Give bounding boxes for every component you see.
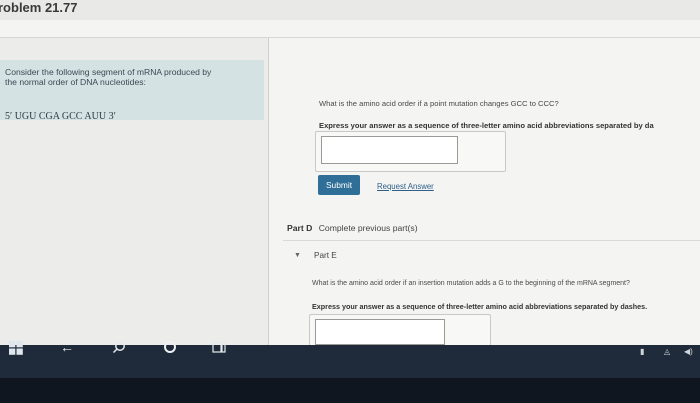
context-box: Consider the following segment of mRNA p…: [0, 60, 264, 122]
request-answer-link[interactable]: Request Answer: [377, 182, 434, 191]
part-c-answer-area: [315, 131, 506, 172]
part-d-label: Part D: [287, 223, 313, 233]
part-e-answer-area: [309, 314, 491, 345]
submit-button[interactable]: Submit: [318, 175, 360, 195]
mrna-sequence: 5′ UGU CGA GCC AUU 3′: [5, 111, 116, 122]
question-panel: What is the amino acid order if a point …: [269, 38, 700, 345]
part-e-question: What is the amino acid order if an inser…: [312, 280, 630, 287]
part-d-status: Complete previous part(s): [318, 223, 418, 233]
context-line: the normal order of DNA nucleotides:: [5, 76, 146, 87]
problem-title: roblem 21.77: [0, 0, 78, 15]
battery-icon[interactable]: ▮: [640, 347, 644, 356]
browser-page: roblem 21.77 Consider the following segm…: [0, 0, 700, 345]
screen-bottom-edge: [0, 378, 700, 403]
volume-icon[interactable]: ◀): [684, 347, 693, 356]
context-text: Consider the following segment of mRNA p…: [5, 67, 255, 87]
collapse-caret-icon[interactable]: ▼: [294, 252, 301, 259]
part-c-answer-input[interactable]: [321, 136, 458, 164]
task-view-icon[interactable]: [212, 340, 226, 357]
part-c-instruction: Express your answer as a sequence of thr…: [319, 121, 654, 130]
cortana-icon[interactable]: [163, 340, 177, 357]
search-icon[interactable]: [112, 340, 126, 357]
part-divider: [283, 240, 700, 241]
part-e-instruction: Express your answer as a sequence of thr…: [312, 302, 648, 311]
windows-icon[interactable]: [9, 341, 23, 358]
part-e-label[interactable]: Part E: [314, 251, 337, 260]
left-context-panel: Consider the following segment of mRNA p…: [0, 38, 269, 345]
part-d-row[interactable]: Part D Complete previous part(s): [287, 223, 418, 233]
part-c-question: What is the amino acid order if a point …: [319, 99, 559, 108]
problem-header: roblem 21.77: [0, 0, 700, 20]
back-arrow-icon[interactable]: ←: [60, 339, 74, 355]
part-e-answer-input[interactable]: [315, 319, 445, 345]
network-icon[interactable]: ◬: [664, 347, 670, 356]
